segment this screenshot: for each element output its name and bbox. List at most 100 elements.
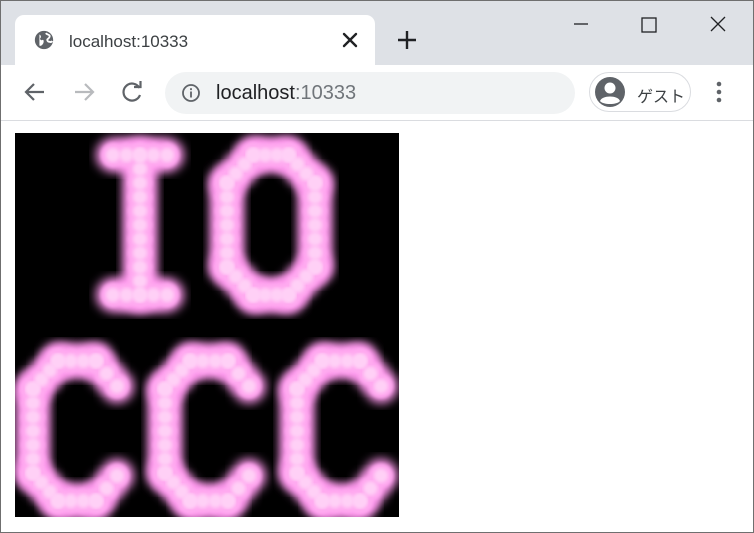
letter-core <box>290 396 304 410</box>
letter-core <box>106 288 120 302</box>
letter-core <box>220 260 234 274</box>
letter-core <box>353 494 367 508</box>
letter-core <box>146 288 161 302</box>
letter-core <box>374 379 388 394</box>
letter-core <box>119 148 134 162</box>
tab-active[interactable]: localhost:10333 <box>15 15 375 66</box>
close-icon[interactable] <box>704 11 732 39</box>
letter-core <box>110 468 124 483</box>
avatar-icon <box>595 77 625 107</box>
close-tab-icon[interactable] <box>340 30 360 50</box>
address-bar[interactable]: localhost:10333 <box>165 72 575 114</box>
profile-button[interactable]: ゲスト <box>589 72 691 112</box>
letter-core <box>374 468 388 483</box>
letter-core <box>220 218 234 232</box>
letter-core <box>76 354 91 368</box>
letter-core <box>195 354 210 368</box>
letter-core <box>26 396 40 410</box>
back-arrow-icon[interactable] <box>22 79 48 105</box>
letter-core <box>208 354 223 368</box>
maximize-icon[interactable] <box>635 11 663 39</box>
url-port: :10333 <box>294 82 357 104</box>
letter-core <box>290 438 304 452</box>
letter-core <box>119 288 134 302</box>
letter-core <box>133 274 147 288</box>
tab-strip: localhost:10333 <box>1 1 753 66</box>
letter-core <box>133 260 147 274</box>
letter-core <box>308 204 322 218</box>
letter-core <box>133 232 147 246</box>
toolbar: localhost:10333 ゲスト <box>1 65 753 121</box>
letter-core <box>110 379 124 394</box>
letter-core <box>290 424 304 438</box>
letter-core <box>133 288 147 302</box>
letter-core <box>290 410 304 424</box>
letter-core <box>158 382 172 396</box>
letter-core <box>26 438 40 452</box>
letter-core <box>281 288 296 302</box>
letter-core <box>158 396 172 410</box>
letter-core <box>133 218 147 232</box>
browser-window: localhost:10333 localhost:10333 ゲスト <box>0 0 754 533</box>
letter-core <box>221 354 235 368</box>
letter-core <box>363 366 378 381</box>
letter-core <box>26 424 40 438</box>
letter-core <box>220 190 234 204</box>
letter-core <box>89 494 103 508</box>
letter-core <box>308 246 322 260</box>
letter-core <box>220 246 234 260</box>
letter-core <box>146 148 161 162</box>
letter-core <box>160 148 174 162</box>
letter-core <box>308 176 322 190</box>
letter-core <box>26 452 40 466</box>
letter-core <box>106 148 120 162</box>
letter-core <box>99 481 114 496</box>
info-icon[interactable] <box>181 83 201 103</box>
letter-core <box>231 481 246 496</box>
letter-core <box>340 354 355 368</box>
letter-core <box>220 232 234 246</box>
globe-icon <box>34 30 54 50</box>
url-text[interactable]: localhost:10333 <box>216 82 356 105</box>
letter-core <box>133 246 147 260</box>
letter-core <box>308 218 322 232</box>
letter-core <box>220 204 234 218</box>
letter-core <box>242 468 256 483</box>
letter-core <box>26 382 40 396</box>
ioccc-canvas <box>15 133 399 517</box>
minimize-icon[interactable] <box>567 11 595 39</box>
forward-arrow-icon[interactable] <box>71 79 97 105</box>
url-host: localhost <box>216 82 295 104</box>
letter-core <box>315 494 330 508</box>
letter-core <box>26 410 40 424</box>
profile-label: ゲスト <box>637 89 686 106</box>
letter-core <box>158 410 172 424</box>
letter-core <box>63 354 78 368</box>
letter-core <box>327 494 342 508</box>
letter-core <box>340 494 355 508</box>
letter-core <box>220 176 234 190</box>
letter-core <box>76 494 91 508</box>
letter-core <box>158 438 172 452</box>
letter-core <box>327 354 342 368</box>
letter-core <box>242 379 256 394</box>
more-menu-icon[interactable] <box>707 79 731 105</box>
letter-core <box>99 366 114 381</box>
letter-core <box>195 494 210 508</box>
page-content <box>1 121 753 532</box>
letter-core <box>158 424 172 438</box>
letter-core <box>221 494 235 508</box>
new-tab-icon[interactable] <box>396 29 418 51</box>
letter-core <box>160 288 174 302</box>
reload-icon[interactable] <box>119 79 145 105</box>
letter-core <box>290 382 304 396</box>
letter-core <box>133 176 147 190</box>
letter-core <box>133 190 147 204</box>
letter-core <box>133 204 147 218</box>
letter-core <box>208 494 223 508</box>
tab-title: localhost:10333 <box>69 32 189 51</box>
letter-core <box>290 452 304 466</box>
letter-core <box>308 232 322 246</box>
letter-core <box>363 481 378 496</box>
letter-core <box>133 162 147 176</box>
